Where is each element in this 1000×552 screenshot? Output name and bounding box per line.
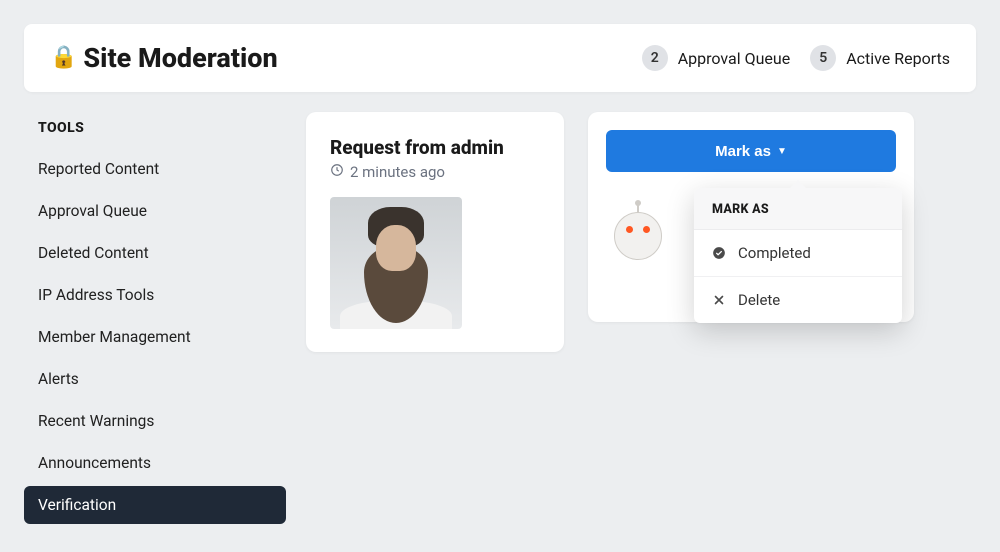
dropdown-item-completed-label: Completed: [738, 244, 811, 262]
request-title: Request from admin: [330, 136, 540, 159]
sidebar-item-ip-address-tools[interactable]: IP Address Tools: [24, 276, 286, 314]
page-title-text: Site Moderation: [83, 42, 277, 74]
reports-count-badge: 5: [810, 45, 836, 71]
header-stats: 2 Approval Queue 5 Active Reports: [642, 45, 950, 71]
sidebar-item-deleted-content[interactable]: Deleted Content: [24, 234, 286, 272]
approval-label: Approval Queue: [678, 49, 791, 68]
mark-as-button[interactable]: Mark as ▼: [606, 130, 896, 172]
check-circle-icon: [712, 246, 726, 260]
dropdown-item-completed[interactable]: Completed: [694, 230, 902, 277]
caret-down-icon: ▼: [777, 146, 787, 157]
sidebar-item-recent-warnings[interactable]: Recent Warnings: [24, 402, 286, 440]
header: 🔒 Site Moderation 2 Approval Queue 5 Act…: [24, 24, 976, 92]
request-photo[interactable]: [330, 197, 462, 329]
dropdown-heading: MARK AS: [694, 188, 902, 230]
sidebar-heading: TOOLS: [24, 112, 286, 150]
request-time: 2 minutes ago: [350, 163, 445, 181]
sidebar-item-announcements[interactable]: Announcements: [24, 444, 286, 482]
page-title: 🔒 Site Moderation: [50, 42, 278, 74]
sidebar-item-approval-queue[interactable]: Approval Queue: [24, 192, 286, 230]
approval-count-badge: 2: [642, 45, 668, 71]
avatar-alien-icon: [614, 212, 662, 260]
dropdown-item-delete-label: Delete: [738, 291, 780, 309]
request-meta: 2 minutes ago: [330, 163, 540, 181]
sidebar-item-verification[interactable]: Verification: [24, 486, 286, 524]
mark-as-button-label: Mark as: [715, 143, 771, 160]
x-icon: [712, 294, 726, 306]
sidebar-item-alerts[interactable]: Alerts: [24, 360, 286, 398]
active-reports-stat[interactable]: 5 Active Reports: [810, 45, 950, 71]
sidebar-item-member-management[interactable]: Member Management: [24, 318, 286, 356]
dropdown-item-delete[interactable]: Delete: [694, 277, 902, 323]
request-card: Request from admin 2 minutes ago: [306, 112, 564, 352]
reports-label: Active Reports: [846, 49, 950, 68]
sidebar-item-reported-content[interactable]: Reported Content: [24, 150, 286, 188]
mark-as-dropdown: MARK AS Completed Delete: [694, 188, 902, 323]
clock-icon: [330, 163, 344, 181]
confirm-card: Mark as ▼ MARK AS Completed: [588, 112, 914, 322]
lock-icon: 🔒: [50, 45, 77, 70]
approval-queue-stat[interactable]: 2 Approval Queue: [642, 45, 791, 71]
sidebar: TOOLS Reported Content Approval Queue De…: [24, 112, 286, 528]
